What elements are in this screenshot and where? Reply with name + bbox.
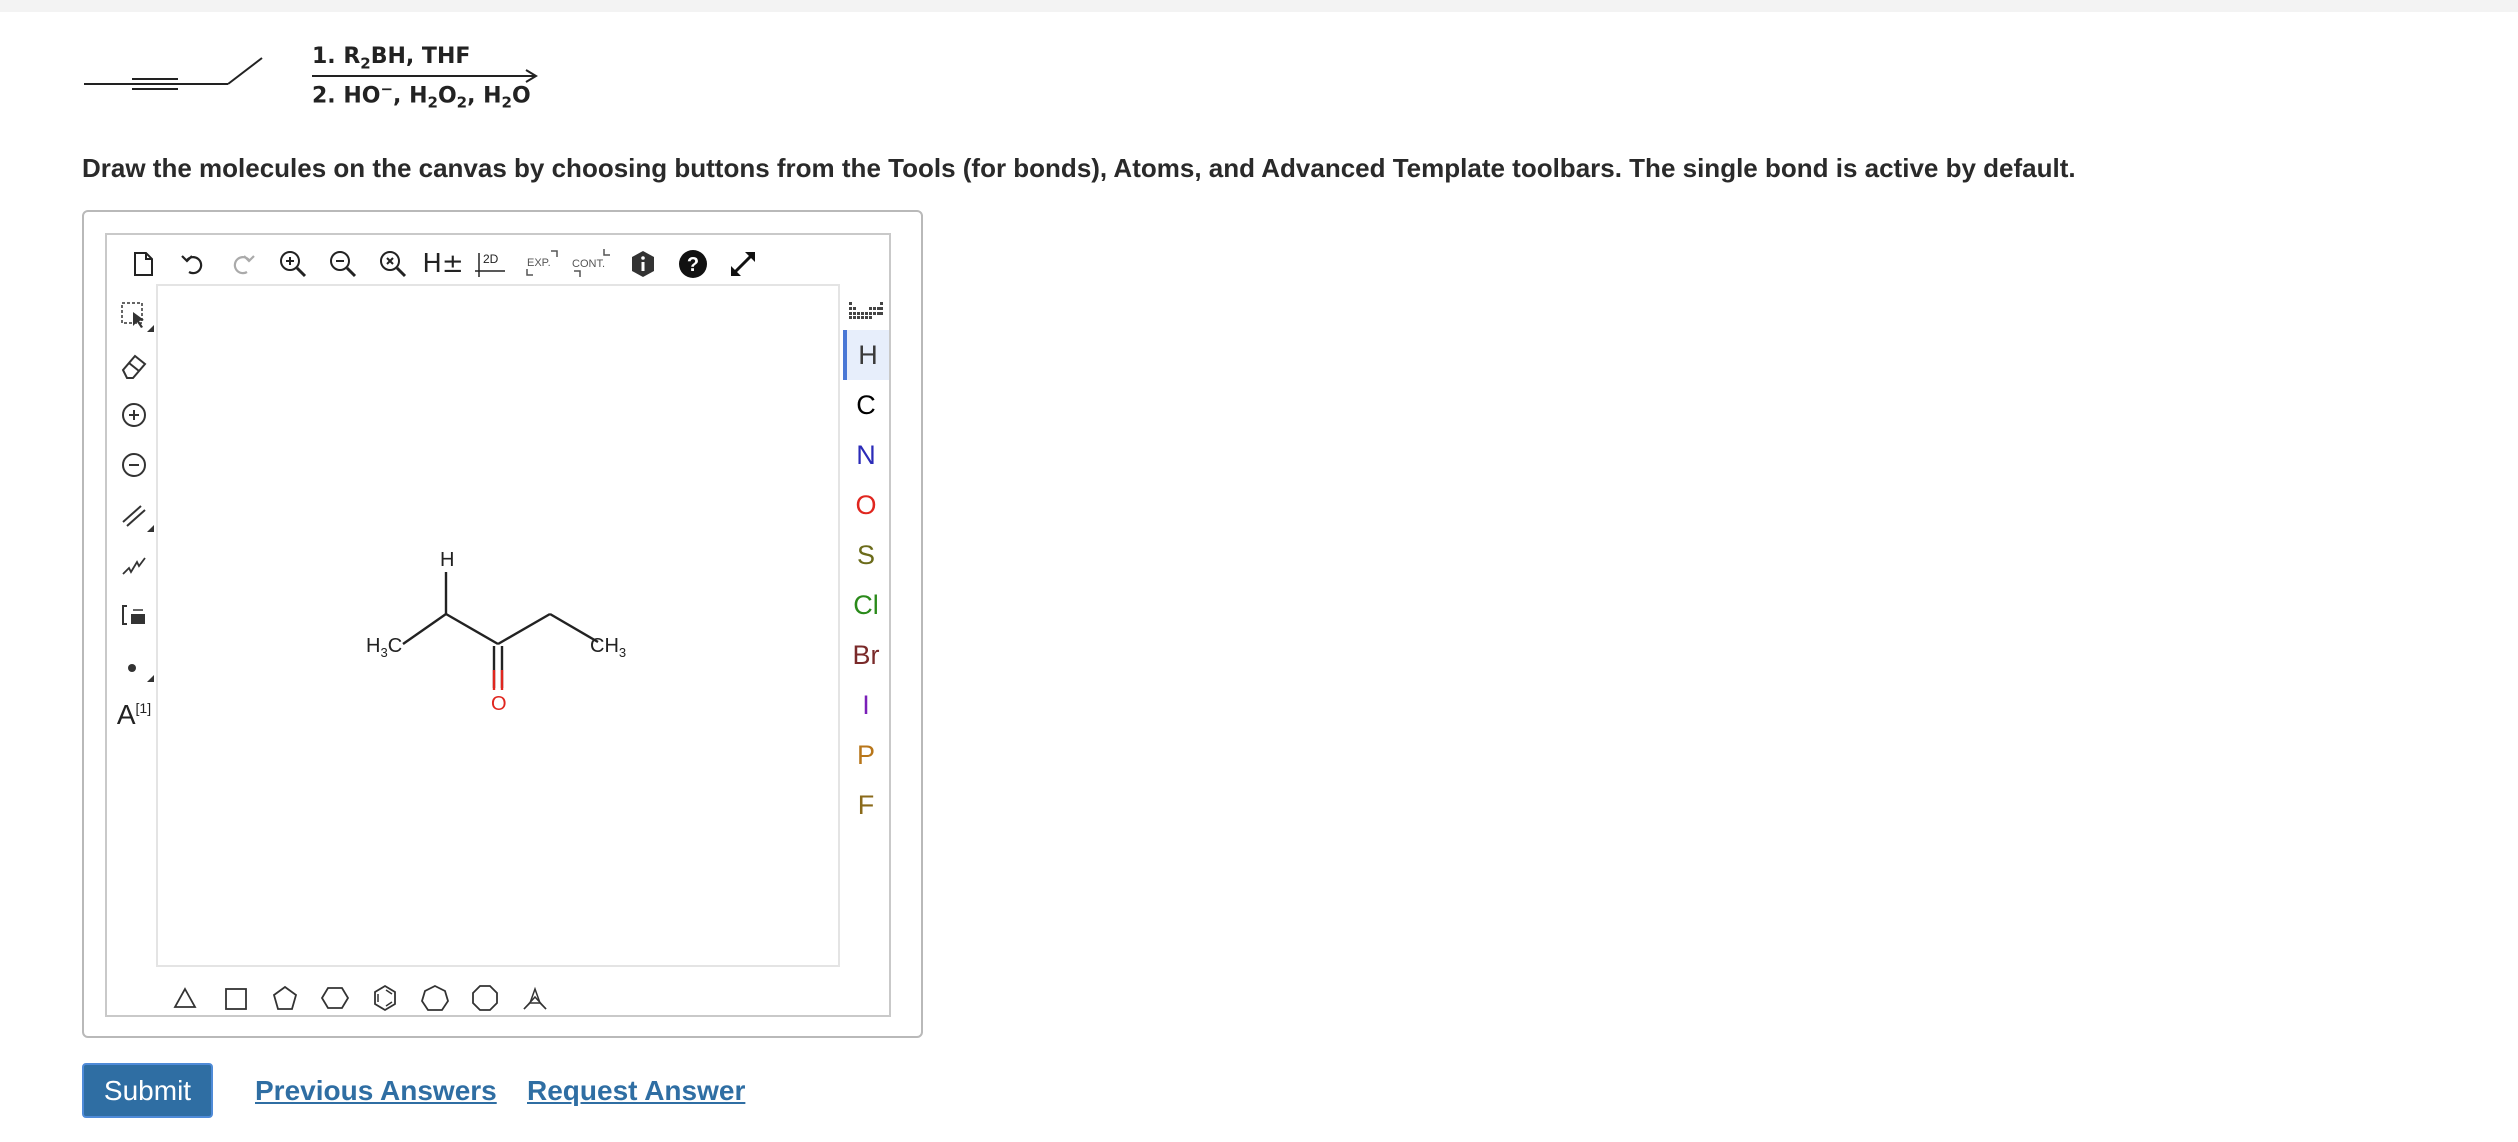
cyclohexane-template-icon[interactable] [310,978,360,1018]
bond-tool-icon[interactable] [112,490,156,540]
fullscreen-icon[interactable] [718,244,768,284]
cyclobutane-template-icon[interactable] [210,978,260,1018]
atom-button-s[interactable]: S [843,530,889,580]
zoom-out-icon[interactable] [318,244,368,284]
oxygen-label: O [491,693,507,715]
chain-tool-icon[interactable] [112,540,156,590]
condition-step-1: 1. R2BH, THF [312,44,471,73]
atom-button-n[interactable]: N [843,430,889,480]
eraser-icon[interactable] [112,340,156,390]
template-toolbar [160,978,560,1018]
contract-button[interactable]: CONT. [568,244,618,284]
molecule-drawing: H H3C CH3 O [366,549,626,715]
submit-button[interactable]: Submit [82,1063,213,1118]
expand-button[interactable]: EXP. [518,244,568,284]
cyclopropane-template-icon[interactable] [160,978,210,1018]
previous-answers-link[interactable]: Previous Answers [255,1075,497,1107]
atom-button-h[interactable]: H [843,330,889,380]
cyclooctane-template-icon[interactable] [460,978,510,1018]
bicyclic-template-icon[interactable] [510,978,560,1018]
cyclopentane-template-icon[interactable] [260,978,310,1018]
info-icon[interactable] [618,244,668,284]
methyl-left-label: H3C [366,635,402,660]
atom-label-tool[interactable]: A [1] [112,690,156,740]
top-strip [0,0,2518,12]
request-answer-link[interactable]: Request Answer [527,1075,745,1107]
atom-button-o[interactable]: O [843,480,889,530]
atom-button-f[interactable]: F [843,780,889,830]
new-document-icon[interactable] [118,244,168,284]
positive-charge-icon[interactable] [112,390,156,440]
undo-icon[interactable] [168,244,218,284]
atom-list: H C N O S Cl Br I P F [843,330,889,830]
redo-icon[interactable] [218,244,268,284]
condition-step-2: 2. HO−, H2O2, H2O [312,80,531,112]
zoom-in-icon[interactable] [268,244,318,284]
cycloheptane-template-icon[interactable] [410,978,460,1018]
help-icon[interactable]: ? [668,244,718,284]
instructions-text: Draw the molecules on the canvas by choo… [82,153,2076,183]
atom-button-cl[interactable]: Cl [843,580,889,630]
svg-text:2D: 2D [483,252,499,266]
left-toolbar: A [1] [112,290,156,740]
svg-text:?: ? [687,254,699,276]
atoms-toolbar: H C N O S Cl Br I P F [843,290,889,830]
bracket-tool-icon[interactable] [112,590,156,640]
zoom-reset-icon[interactable] [368,244,418,284]
atom-button-p[interactable]: P [843,730,889,780]
atom-button-c[interactable]: C [843,380,889,430]
periodic-table-icon[interactable] [843,290,889,330]
svg-text:EXP.: EXP. [527,257,551,269]
top-toolbar: H± 2D EXP. CONT. ? [118,244,768,284]
h-toggle-button[interactable]: H± [418,244,468,284]
radical-tool-icon[interactable] [112,640,156,690]
svg-text:CONT.: CONT. [572,258,605,270]
hydrogen-label: H [440,549,454,571]
atom-button-i[interactable]: I [843,680,889,730]
clean-2d-button[interactable]: 2D [468,244,518,284]
reaction-scheme: 1. R2BH, THF 2. HO−, H2O2, H2O [80,40,560,120]
methyl-right-label: CH3 [590,635,626,660]
atom-button-br[interactable]: Br [843,630,889,680]
negative-charge-icon[interactable] [112,440,156,490]
benzene-template-icon[interactable] [360,978,410,1018]
drawing-canvas[interactable]: H H3C CH3 O [156,284,840,967]
select-tool-icon[interactable] [112,290,156,340]
